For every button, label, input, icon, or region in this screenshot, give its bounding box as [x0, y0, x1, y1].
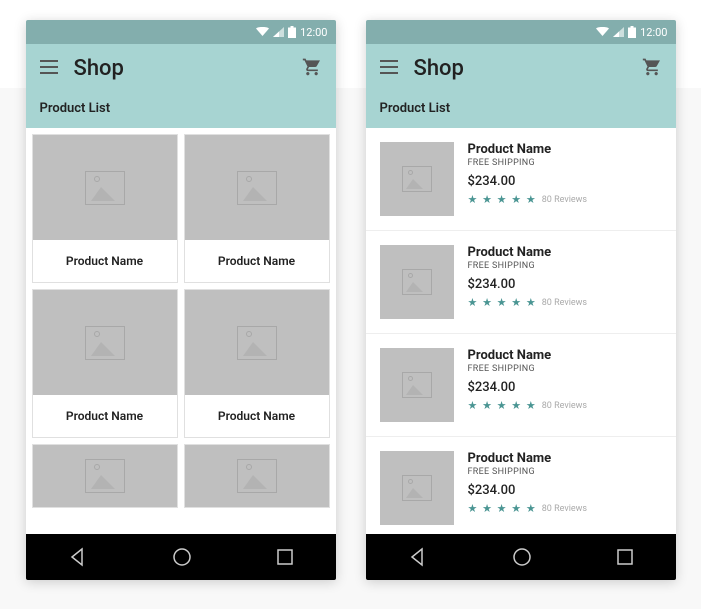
wifi-icon [256, 27, 269, 37]
product-card[interactable]: Product Name [184, 289, 330, 438]
product-price: $234.00 [468, 277, 662, 292]
star-icons: ★ ★ ★ ★ ★ [468, 399, 537, 412]
shipping-label: FREE SHIPPING [468, 158, 662, 168]
status-time: 12:00 [300, 26, 327, 39]
product-name: Product Name [468, 348, 662, 363]
home-icon[interactable] [172, 547, 192, 567]
back-icon[interactable] [68, 547, 88, 567]
product-thumbnail [33, 135, 177, 240]
product-rating: ★ ★ ★ ★ ★ 80 Reviews [468, 193, 662, 206]
shipping-label: FREE SHIPPING [468, 261, 662, 271]
product-thumbnail [33, 290, 177, 395]
page-title: Shop [74, 56, 286, 81]
product-card[interactable] [32, 444, 178, 508]
product-name: Product Name [468, 245, 662, 260]
star-icons: ★ ★ ★ ★ ★ [468, 193, 537, 206]
product-grid: Product Name Product Name Product Name P… [26, 128, 336, 514]
section-header: Product List [366, 91, 676, 128]
shipping-label: FREE SHIPPING [468, 364, 662, 374]
battery-icon [288, 26, 296, 38]
page-title: Shop [414, 56, 626, 81]
product-rating: ★ ★ ★ ★ ★ 80 Reviews [468, 296, 662, 309]
product-rating: ★ ★ ★ ★ ★ 80 Reviews [468, 399, 662, 412]
list-item[interactable]: Product Name FREE SHIPPING $234.00 ★ ★ ★… [366, 437, 676, 534]
product-name: Product Name [33, 395, 177, 437]
review-count: 80 Reviews [542, 195, 587, 205]
home-icon[interactable] [512, 547, 532, 567]
product-name: Product Name [33, 240, 177, 282]
product-price: $234.00 [468, 174, 662, 189]
recent-icon[interactable] [276, 548, 294, 566]
phone-grid-layout: 12:00 Shop Product List Product Name [26, 20, 336, 580]
list-item[interactable]: Product Name FREE SHIPPING $234.00 ★ ★ ★… [366, 334, 676, 437]
product-thumbnail [185, 290, 329, 395]
menu-icon[interactable] [40, 59, 58, 78]
recent-icon[interactable] [616, 548, 634, 566]
wifi-icon [596, 27, 609, 37]
battery-icon [628, 26, 636, 38]
cart-icon[interactable] [302, 57, 322, 81]
status-time: 12:00 [640, 26, 667, 39]
status-bar: 12:00 [366, 20, 676, 44]
product-rating: ★ ★ ★ ★ ★ 80 Reviews [468, 502, 662, 515]
review-count: 80 Reviews [542, 504, 587, 514]
signal-icon [613, 27, 624, 37]
menu-icon[interactable] [380, 59, 398, 78]
shipping-label: FREE SHIPPING [468, 467, 662, 477]
product-thumbnail [185, 135, 329, 240]
product-card[interactable]: Product Name [32, 289, 178, 438]
section-header: Product List [26, 91, 336, 128]
product-thumbnail [380, 451, 454, 525]
android-nav-bar [26, 534, 336, 580]
product-thumbnail [380, 348, 454, 422]
product-thumbnail [185, 445, 329, 507]
status-bar: 12:00 [26, 20, 336, 44]
review-count: 80 Reviews [542, 298, 587, 308]
product-card[interactable] [184, 444, 330, 508]
product-card[interactable]: Product Name [184, 134, 330, 283]
android-nav-bar [366, 534, 676, 580]
product-thumbnail [380, 245, 454, 319]
review-count: 80 Reviews [542, 401, 587, 411]
product-thumbnail [33, 445, 177, 507]
app-bar: Shop [26, 44, 336, 91]
cart-icon[interactable] [642, 57, 662, 81]
product-name: Product Name [185, 395, 329, 437]
product-name: Product Name [468, 142, 662, 157]
star-icons: ★ ★ ★ ★ ★ [468, 502, 537, 515]
phone-list-layout: 12:00 Shop Product List Product Name [366, 20, 676, 580]
product-card[interactable]: Product Name [32, 134, 178, 283]
product-name: Product Name [468, 451, 662, 466]
list-item[interactable]: Product Name FREE SHIPPING $234.00 ★ ★ ★… [366, 128, 676, 231]
product-price: $234.00 [468, 483, 662, 498]
product-name: Product Name [185, 240, 329, 282]
signal-icon [273, 27, 284, 37]
app-bar: Shop [366, 44, 676, 91]
product-list: Product Name FREE SHIPPING $234.00 ★ ★ ★… [366, 128, 676, 534]
star-icons: ★ ★ ★ ★ ★ [468, 296, 537, 309]
back-icon[interactable] [408, 547, 428, 567]
list-item[interactable]: Product Name FREE SHIPPING $234.00 ★ ★ ★… [366, 231, 676, 334]
product-thumbnail [380, 142, 454, 216]
product-price: $234.00 [468, 380, 662, 395]
